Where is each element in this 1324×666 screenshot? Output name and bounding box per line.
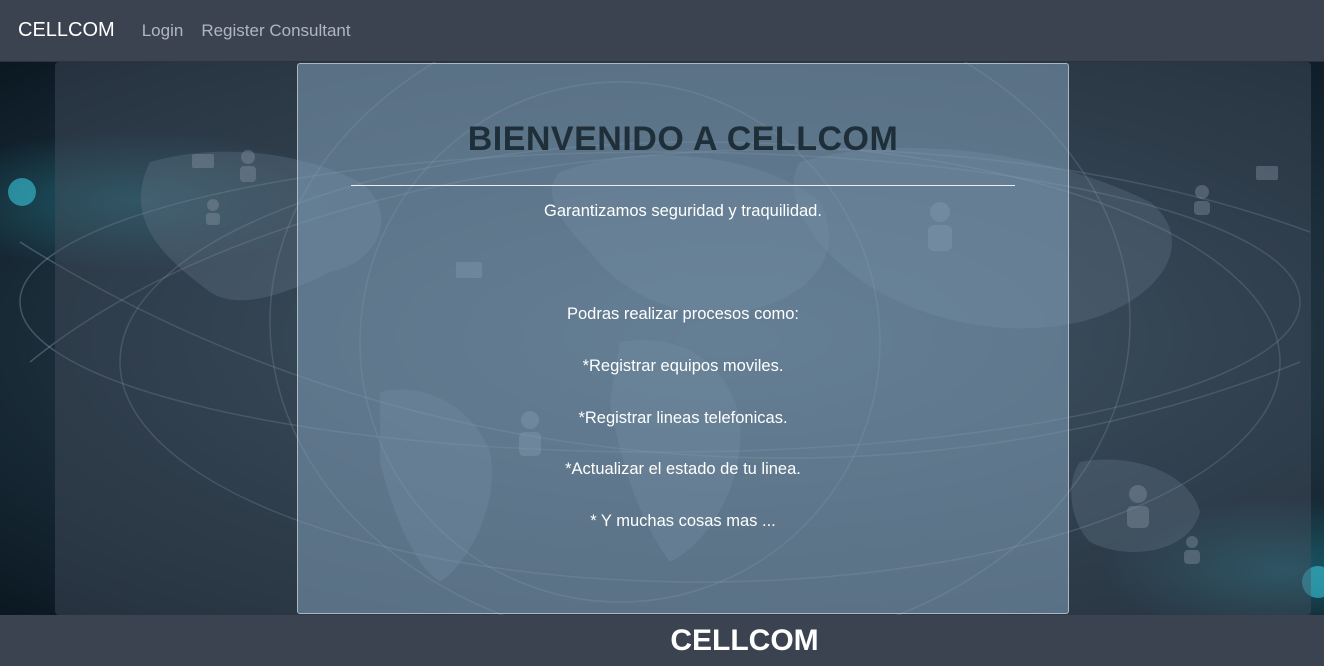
feature-item: *Actualizar el estado de tu linea. — [565, 460, 801, 478]
welcome-card: BIENVENIDO A CELLCOM Garantizamos seguri… — [297, 63, 1069, 614]
nav-link-login[interactable]: Login — [142, 21, 184, 41]
nav-link-register-consultant[interactable]: Register Consultant — [201, 21, 350, 41]
hero-section: BIENVENIDO A CELLCOM Garantizamos seguri… — [0, 62, 1324, 615]
footer-brand: CELLCOM — [670, 624, 819, 657]
navbar-brand[interactable]: CELLCOM — [18, 19, 115, 42]
intro-text: Podras realizar procesos como: — [566, 305, 799, 323]
page-footer: CELLCOM — [0, 615, 1324, 666]
feature-item: * Y muchas cosas mas ... — [590, 512, 776, 530]
title-divider — [351, 185, 1015, 186]
tagline-text: Garantizamos seguridad y traquilidad. — [544, 202, 822, 220]
welcome-title: BIENVENIDO A CELLCOM — [467, 120, 899, 158]
feature-item: *Registrar lineas telefonicas. — [578, 409, 788, 427]
feature-item: *Registrar equipos moviles. — [582, 357, 784, 375]
top-navbar: CELLCOM Login Register Consultant — [0, 0, 1324, 62]
